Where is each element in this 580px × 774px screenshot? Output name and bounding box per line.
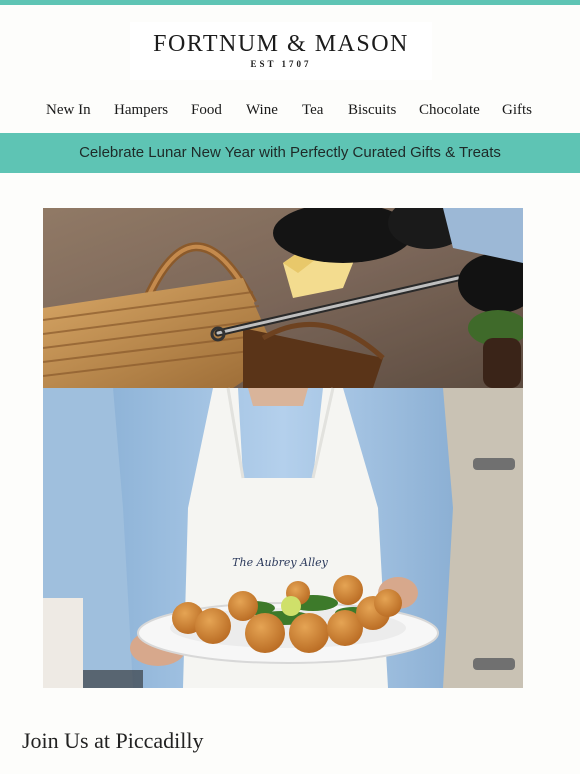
section-title: Join Us at Piccadilly (22, 728, 204, 753)
top-accent-bar (0, 0, 580, 5)
nav-item-biscuits[interactable]: Biscuits (348, 102, 396, 119)
nav-item-wine[interactable]: Wine (246, 102, 278, 119)
brand-name: FORTNUM & MASON (153, 31, 409, 57)
nav-item-gifts[interactable]: Gifts (502, 102, 532, 119)
promo-banner-text: Celebrate Lunar New Year with Perfectly … (79, 144, 501, 161)
nav-item-tea[interactable]: Tea (302, 102, 323, 119)
promo-banner[interactable]: Celebrate Lunar New Year with Perfectly … (0, 133, 580, 173)
hero-photo-top (43, 208, 523, 388)
main-navigation: New In Hampers Food Wine Tea Biscuits Ch… (0, 102, 580, 124)
brand-established: EST 1707 (250, 59, 312, 69)
brand-logo[interactable]: FORTNUM & MASON EST 1707 (130, 22, 432, 80)
hero-photo-bottom: The Aubrey Alley (43, 387, 523, 688)
apron-logo-text: The Aubrey Alley (232, 556, 328, 569)
nav-item-food[interactable]: Food (191, 102, 222, 119)
nav-item-new-in[interactable]: New In (46, 102, 91, 119)
nav-item-chocolate[interactable]: Chocolate (419, 102, 480, 119)
hero-image[interactable]: The Aubrey Alley (43, 208, 523, 688)
nav-item-hampers[interactable]: Hampers (114, 102, 168, 119)
